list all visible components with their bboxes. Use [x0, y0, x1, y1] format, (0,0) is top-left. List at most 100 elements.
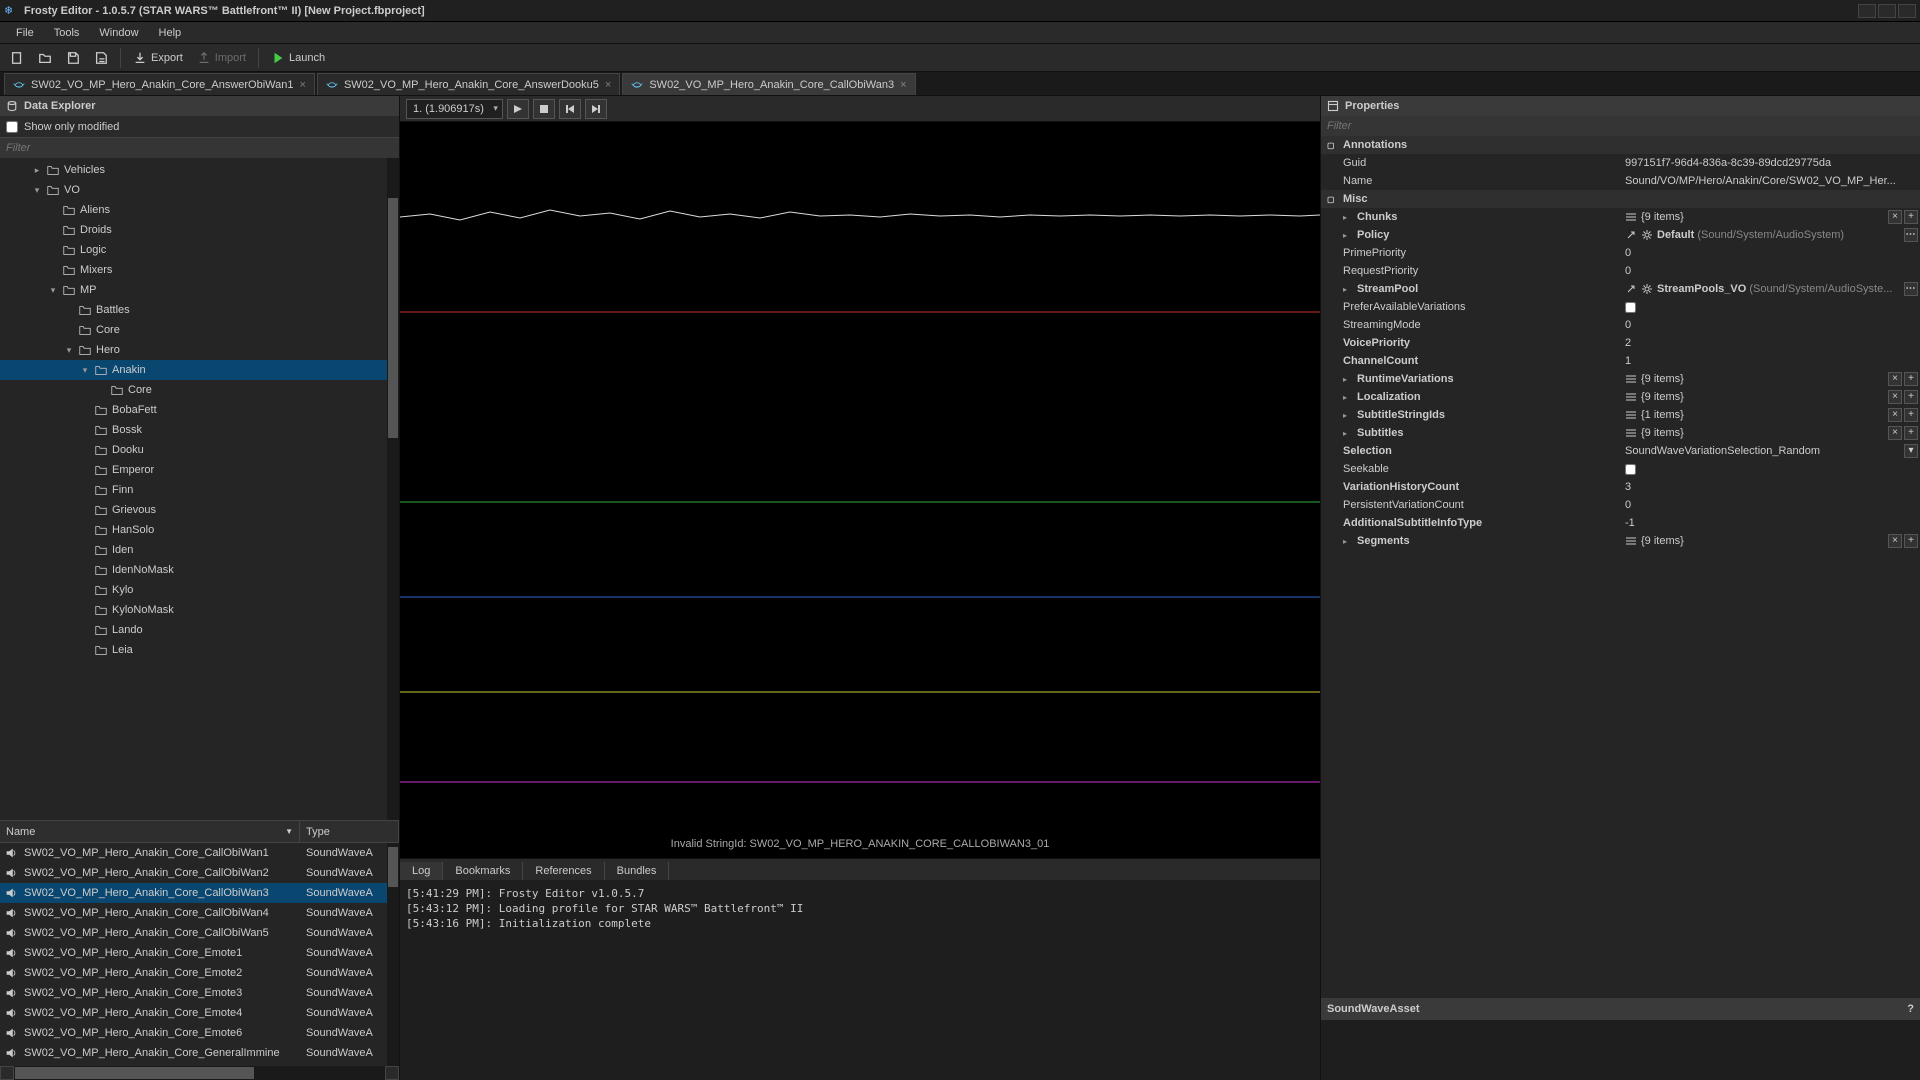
prop-row[interactable]: SelectionSoundWaveVariationSelection_Ran…: [1321, 442, 1920, 460]
menu-help[interactable]: Help: [149, 25, 192, 41]
prev-button[interactable]: [559, 99, 581, 119]
prop-checkbox[interactable]: [1625, 302, 1636, 313]
launch-button[interactable]: Launch: [265, 47, 331, 69]
add-button[interactable]: +: [1904, 372, 1918, 386]
prop-row[interactable]: VariationHistoryCount3: [1321, 478, 1920, 496]
tree-item[interactable]: Finn: [0, 480, 399, 500]
asset-row[interactable]: SW02_VO_MP_Hero_Anakin_Core_Emote3SoundW…: [0, 983, 399, 1003]
prop-row[interactable]: ChannelCount1: [1321, 352, 1920, 370]
clear-button[interactable]: ×: [1888, 210, 1902, 224]
bottom-tab-references[interactable]: References: [523, 862, 604, 880]
prop-row[interactable]: Guid997151f7-96d4-836a-8c39-89dcd29775da: [1321, 154, 1920, 172]
stop-button[interactable]: [533, 99, 555, 119]
tree-item[interactable]: BobaFett: [0, 400, 399, 420]
prop-row[interactable]: ▸Segments{9 items}×+: [1321, 532, 1920, 550]
close-icon[interactable]: ×: [605, 79, 611, 91]
tree-item[interactable]: Battles: [0, 300, 399, 320]
prop-row[interactable]: PrimePriority0: [1321, 244, 1920, 262]
prop-row[interactable]: PreferAvailableVariations: [1321, 298, 1920, 316]
prop-row[interactable]: PersistentVariationCount0: [1321, 496, 1920, 514]
add-button[interactable]: +: [1904, 210, 1918, 224]
asset-row[interactable]: SW02_VO_MP_Hero_Anakin_Core_Emote1SoundW…: [0, 943, 399, 963]
tree-item[interactable]: Iden: [0, 540, 399, 560]
next-button[interactable]: [585, 99, 607, 119]
maximize-button[interactable]: [1878, 4, 1896, 18]
new-button[interactable]: [4, 47, 30, 69]
asset-row[interactable]: SW02_VO_MP_Hero_Anakin_Core_CallObiWan1S…: [0, 843, 399, 863]
tree-item[interactable]: ▸Vehicles: [0, 160, 399, 180]
save-button[interactable]: [60, 47, 86, 69]
prop-checkbox[interactable]: [1625, 464, 1636, 475]
clear-button[interactable]: ×: [1888, 408, 1902, 422]
waveform-viewer[interactable]: Invalid StringId: SW02_VO_MP_HERO_ANAKIN…: [400, 122, 1320, 858]
bottom-tab-bookmarks[interactable]: Bookmarks: [443, 862, 523, 880]
prop-row[interactable]: ▸Chunks{9 items}×+: [1321, 208, 1920, 226]
prop-row[interactable]: RequestPriority0: [1321, 262, 1920, 280]
tree-scrollbar[interactable]: [387, 158, 399, 820]
tree-filter-input[interactable]: [0, 138, 399, 158]
asset-hscrollbar[interactable]: [0, 1066, 399, 1080]
tree-item[interactable]: Grievous: [0, 500, 399, 520]
document-tab[interactable]: SW02_VO_MP_Hero_Anakin_Core_AnswerDooku5…: [317, 73, 620, 95]
tree-item[interactable]: ▾VO: [0, 180, 399, 200]
clear-button[interactable]: ×: [1888, 534, 1902, 548]
prop-row[interactable]: ▸StreamPool StreamPools_VO (Sound/System…: [1321, 280, 1920, 298]
document-tab[interactable]: SW02_VO_MP_Hero_Anakin_Core_CallObiWan3×: [622, 73, 915, 95]
close-icon[interactable]: ×: [900, 79, 906, 91]
tree-item[interactable]: Emperor: [0, 460, 399, 480]
tree-item[interactable]: Mixers: [0, 260, 399, 280]
prop-row[interactable]: NameSound/VO/MP/Hero/Anakin/Core/SW02_VO…: [1321, 172, 1920, 190]
menu-window[interactable]: Window: [89, 25, 148, 41]
tree-item[interactable]: Lando: [0, 620, 399, 640]
open-button[interactable]: [32, 47, 58, 69]
prop-row[interactable]: ▸Localization{9 items}×+: [1321, 388, 1920, 406]
col-name[interactable]: Name▼: [0, 821, 300, 842]
prop-row[interactable]: ▸Subtitles{9 items}×+: [1321, 424, 1920, 442]
close-button[interactable]: [1898, 4, 1916, 18]
asset-row[interactable]: SW02_VO_MP_Hero_Anakin_Core_CallObiWan2S…: [0, 863, 399, 883]
save-as-button[interactable]: [88, 47, 114, 69]
clear-button[interactable]: ×: [1888, 426, 1902, 440]
asset-scrollbar[interactable]: [387, 843, 399, 1066]
browse-button[interactable]: ⋯: [1904, 282, 1918, 296]
tree-item[interactable]: IdenNoMask: [0, 560, 399, 580]
asset-tree[interactable]: ▸Vehicles▾VOAliensDroidsLogicMixers▾MPBa…: [0, 158, 399, 820]
tree-item[interactable]: Core: [0, 320, 399, 340]
import-button[interactable]: Import: [191, 47, 252, 69]
prop-row[interactable]: ▸SubtitleStringIds{1 items}×+: [1321, 406, 1920, 424]
log-output[interactable]: [5:41:29 PM]: Frosty Editor v1.0.5.7 [5:…: [400, 880, 1320, 1080]
clear-button[interactable]: ×: [1888, 390, 1902, 404]
bottom-tab-log[interactable]: Log: [400, 862, 443, 880]
tree-item[interactable]: Kylo: [0, 580, 399, 600]
asset-row[interactable]: SW02_VO_MP_Hero_Anakin_Core_CallObiWan5S…: [0, 923, 399, 943]
add-button[interactable]: +: [1904, 426, 1918, 440]
add-button[interactable]: +: [1904, 534, 1918, 548]
variation-combo[interactable]: 1. (1.906917s): [406, 99, 503, 119]
export-button[interactable]: Export: [127, 47, 189, 69]
asset-row[interactable]: SW02_VO_MP_Hero_Anakin_Core_CallObiWan3S…: [0, 883, 399, 903]
browse-button[interactable]: ⋯: [1904, 228, 1918, 242]
tree-item[interactable]: ▾Anakin: [0, 360, 399, 380]
menu-file[interactable]: File: [6, 25, 44, 41]
tree-item[interactable]: Bossk: [0, 420, 399, 440]
minimize-button[interactable]: [1858, 4, 1876, 18]
col-type[interactable]: Type: [300, 821, 399, 842]
tree-item[interactable]: Droids: [0, 220, 399, 240]
document-tab[interactable]: SW02_VO_MP_Hero_Anakin_Core_AnswerObiWan…: [4, 73, 315, 95]
tree-item[interactable]: ▾MP: [0, 280, 399, 300]
play-button[interactable]: [507, 99, 529, 119]
prop-row[interactable]: Seekable: [1321, 460, 1920, 478]
properties-filter-input[interactable]: [1321, 116, 1920, 136]
asset-row[interactable]: SW02_VO_MP_Hero_Anakin_Core_CallObiWan4S…: [0, 903, 399, 923]
prop-row[interactable]: AdditionalSubtitleInfoType-1: [1321, 514, 1920, 532]
prop-row[interactable]: ▸Policy Default (Sound/System/AudioSyste…: [1321, 226, 1920, 244]
clear-button[interactable]: ×: [1888, 372, 1902, 386]
bottom-tab-bundles[interactable]: Bundles: [605, 862, 670, 880]
tree-item[interactable]: Leia: [0, 640, 399, 660]
tree-item[interactable]: KyloNoMask: [0, 600, 399, 620]
tree-item[interactable]: Logic: [0, 240, 399, 260]
show-only-modified[interactable]: Show only modified: [0, 116, 399, 138]
prop-section-misc[interactable]: ▢Misc: [1321, 190, 1920, 208]
tree-item[interactable]: ▾Hero: [0, 340, 399, 360]
add-button[interactable]: +: [1904, 390, 1918, 404]
